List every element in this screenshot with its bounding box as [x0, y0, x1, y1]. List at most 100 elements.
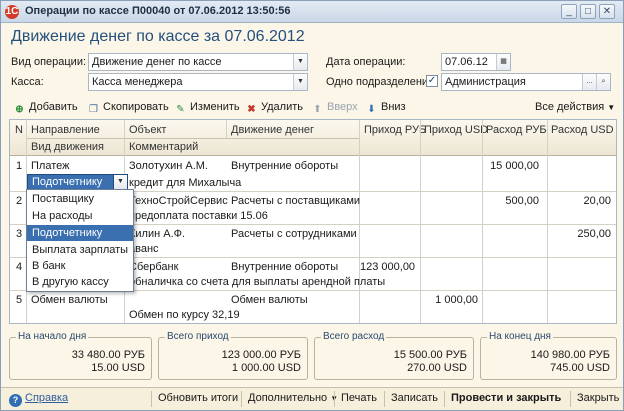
close-window-button[interactable]: ✕ [599, 4, 615, 19]
row2-flow[interactable]: Расчеты с поставщиками [231, 195, 360, 207]
chevron-down-icon: ▼ [607, 103, 616, 112]
totals-rub: 123 000.00 РУБ [221, 349, 301, 361]
copy-button[interactable]: ❐ Скопировать [87, 99, 169, 115]
delete-button[interactable]: ✖ Удалить [245, 99, 303, 115]
op-type-label: Вид операции: [11, 56, 87, 68]
row5-flow[interactable]: Обмен валюты [231, 294, 308, 306]
row4-n: 4 [16, 261, 23, 273]
row1-comment[interactable]: кредит для Михалыча [129, 177, 241, 189]
all-actions-label: Все действия [535, 101, 605, 113]
totals-usd: 15.00 USD [91, 362, 145, 374]
col-object[interactable]: Объект [129, 124, 166, 136]
help-icon: ? [9, 394, 22, 407]
delete-label: Удалить [261, 101, 303, 113]
copy-icon: ❐ [89, 104, 98, 115]
col-direction[interactable]: Направление [31, 124, 100, 136]
row4-object[interactable]: Сбербанк [129, 261, 178, 273]
col-movement-type[interactable]: Вид движения [31, 141, 104, 153]
row2-comment[interactable]: предоплата поставки 15.06 [129, 210, 268, 222]
movement-type-popup: Поставщику На расходы Подотчетнику Выпла… [26, 189, 134, 292]
save-button[interactable]: Записать [391, 392, 438, 404]
department-field[interactable]: Администрация ... ⌕ [441, 73, 611, 91]
cash-value: Касса менеджера [92, 76, 183, 88]
operations-window: 1C Операции по кассе П00040 от 07.06.201… [0, 0, 624, 411]
col-in-usd[interactable]: Приход USD [424, 124, 488, 136]
move-up-button[interactable]: ⬆ Вверх [311, 99, 358, 115]
col-out-usd[interactable]: Расход USD [551, 124, 614, 136]
row5-in-usd[interactable]: 1 000,00 [421, 294, 478, 306]
option-other-cash[interactable]: В другую кассу [27, 274, 133, 290]
all-actions-button[interactable]: Все действия ▼ [535, 99, 615, 115]
row4-flow[interactable]: Внутренние обороты [231, 261, 338, 273]
col-comment[interactable]: Комментарий [129, 141, 198, 153]
close-button[interactable]: Закрыть [577, 392, 619, 404]
row2-n: 2 [16, 195, 23, 207]
row2-out-usd[interactable]: 20,00 [548, 195, 611, 207]
chevron-down-icon[interactable]: ▼ [113, 175, 127, 189]
print-button[interactable]: Печать [341, 392, 377, 404]
plus-icon: ⊕ [15, 104, 24, 115]
op-date-value: 07.06.12 [445, 56, 488, 68]
up-label: Вверх [327, 101, 358, 113]
movement-type-dropdown[interactable]: Подотчетнику ▼ [27, 174, 128, 190]
footer-divider [241, 391, 242, 407]
col-money-flow[interactable]: Движение денег [231, 124, 314, 136]
chevron-down-icon[interactable]: ▼ [293, 54, 307, 70]
row1-object[interactable]: Золотухин А.М. [129, 160, 208, 172]
pencil-icon: ✎ [176, 104, 185, 115]
magnifier-icon[interactable]: ⌕ [596, 74, 610, 90]
row5-n: 5 [16, 294, 23, 306]
row3-object[interactable]: Килин А.Ф. [129, 228, 185, 240]
col-in-rub[interactable]: Приход РУБ [364, 124, 426, 136]
option-accountable[interactable]: Подотчетнику [27, 225, 133, 241]
op-type-value: Движение денег по кассе [92, 56, 222, 68]
op-type-select[interactable]: Движение денег по кассе ▼ [88, 53, 308, 71]
refresh-totals-button[interactable]: Обновить итоги [158, 392, 238, 404]
post-and-close-button[interactable]: Провести и закрыть [451, 392, 561, 404]
page-title: Движение денег по кассе за 07.06.2012 [11, 28, 305, 45]
move-down-button[interactable]: ⬇ Вниз [365, 99, 405, 115]
title-bar[interactable]: 1C Операции по кассе П00040 от 07.06.201… [1, 1, 623, 23]
grid-line [359, 120, 360, 323]
row4-in-rub[interactable]: 123 000,00 [360, 261, 415, 273]
one-unit-checkbox[interactable]: ✓ [426, 75, 438, 87]
chevron-down-icon[interactable]: ▼ [293, 74, 307, 90]
maximize-button[interactable]: □ [580, 4, 596, 19]
row2-object[interactable]: ТехноСтройСервис [129, 195, 228, 207]
op-date-label: Дата операции: [326, 56, 406, 68]
cash-select[interactable]: Касса менеджера ▼ [88, 73, 308, 91]
option-salary[interactable]: Выплата зарплаты [27, 242, 133, 258]
cash-label: Касса: [11, 76, 44, 88]
edit-button[interactable]: ✎ Изменить [174, 99, 239, 115]
ellipsis-button[interactable]: ... [582, 74, 596, 90]
more-button[interactable]: Дополнительно ▼ [248, 392, 338, 404]
option-expenses[interactable]: На расходы [27, 208, 133, 224]
row1-flow[interactable]: Внутренние обороты [231, 160, 338, 172]
option-to-bank[interactable]: В банк [27, 258, 133, 274]
row3-out-usd[interactable]: 250,00 [548, 228, 611, 240]
col-n[interactable]: N [15, 124, 23, 136]
totals-rub: 15 500.00 РУБ [393, 349, 467, 361]
header-subdivider [27, 138, 359, 139]
row5-direction[interactable]: Обмен валюты [31, 294, 108, 306]
arrow-up-icon: ⬆ [313, 104, 322, 115]
row2-out-rub[interactable]: 500,00 [483, 195, 539, 207]
footer-divider [444, 391, 445, 407]
row5-comment[interactable]: Обмен по курсу 32,19 [129, 309, 240, 321]
col-out-rub[interactable]: Расход РУБ [486, 124, 547, 136]
calendar-icon[interactable]: ▦ [496, 54, 510, 70]
row1-direction[interactable]: Платеж [31, 160, 69, 172]
option-supplier[interactable]: Поставщику [27, 191, 133, 207]
minimize-button[interactable]: _ [561, 4, 577, 19]
op-date-field[interactable]: 07.06.12 ▦ [441, 53, 511, 71]
totals-usd: 745.00 USD [550, 362, 610, 374]
row4-comment[interactable]: обналичка со счета для выплаты арендной … [129, 276, 385, 288]
help-link[interactable]: ? Справка [9, 392, 68, 407]
totals-income: Всего приход 123 000.00 РУБ 1 000.00 USD [158, 331, 308, 380]
row1-out-rub[interactable]: 15 000,00 [483, 160, 539, 172]
footer-divider [384, 391, 385, 407]
app-1c-icon: 1C [5, 5, 19, 19]
add-button[interactable]: ⊕ Добавить [13, 99, 77, 115]
totals-usd: 270.00 USD [407, 362, 467, 374]
row3-flow[interactable]: Расчеты с сотрудниками [231, 228, 357, 240]
